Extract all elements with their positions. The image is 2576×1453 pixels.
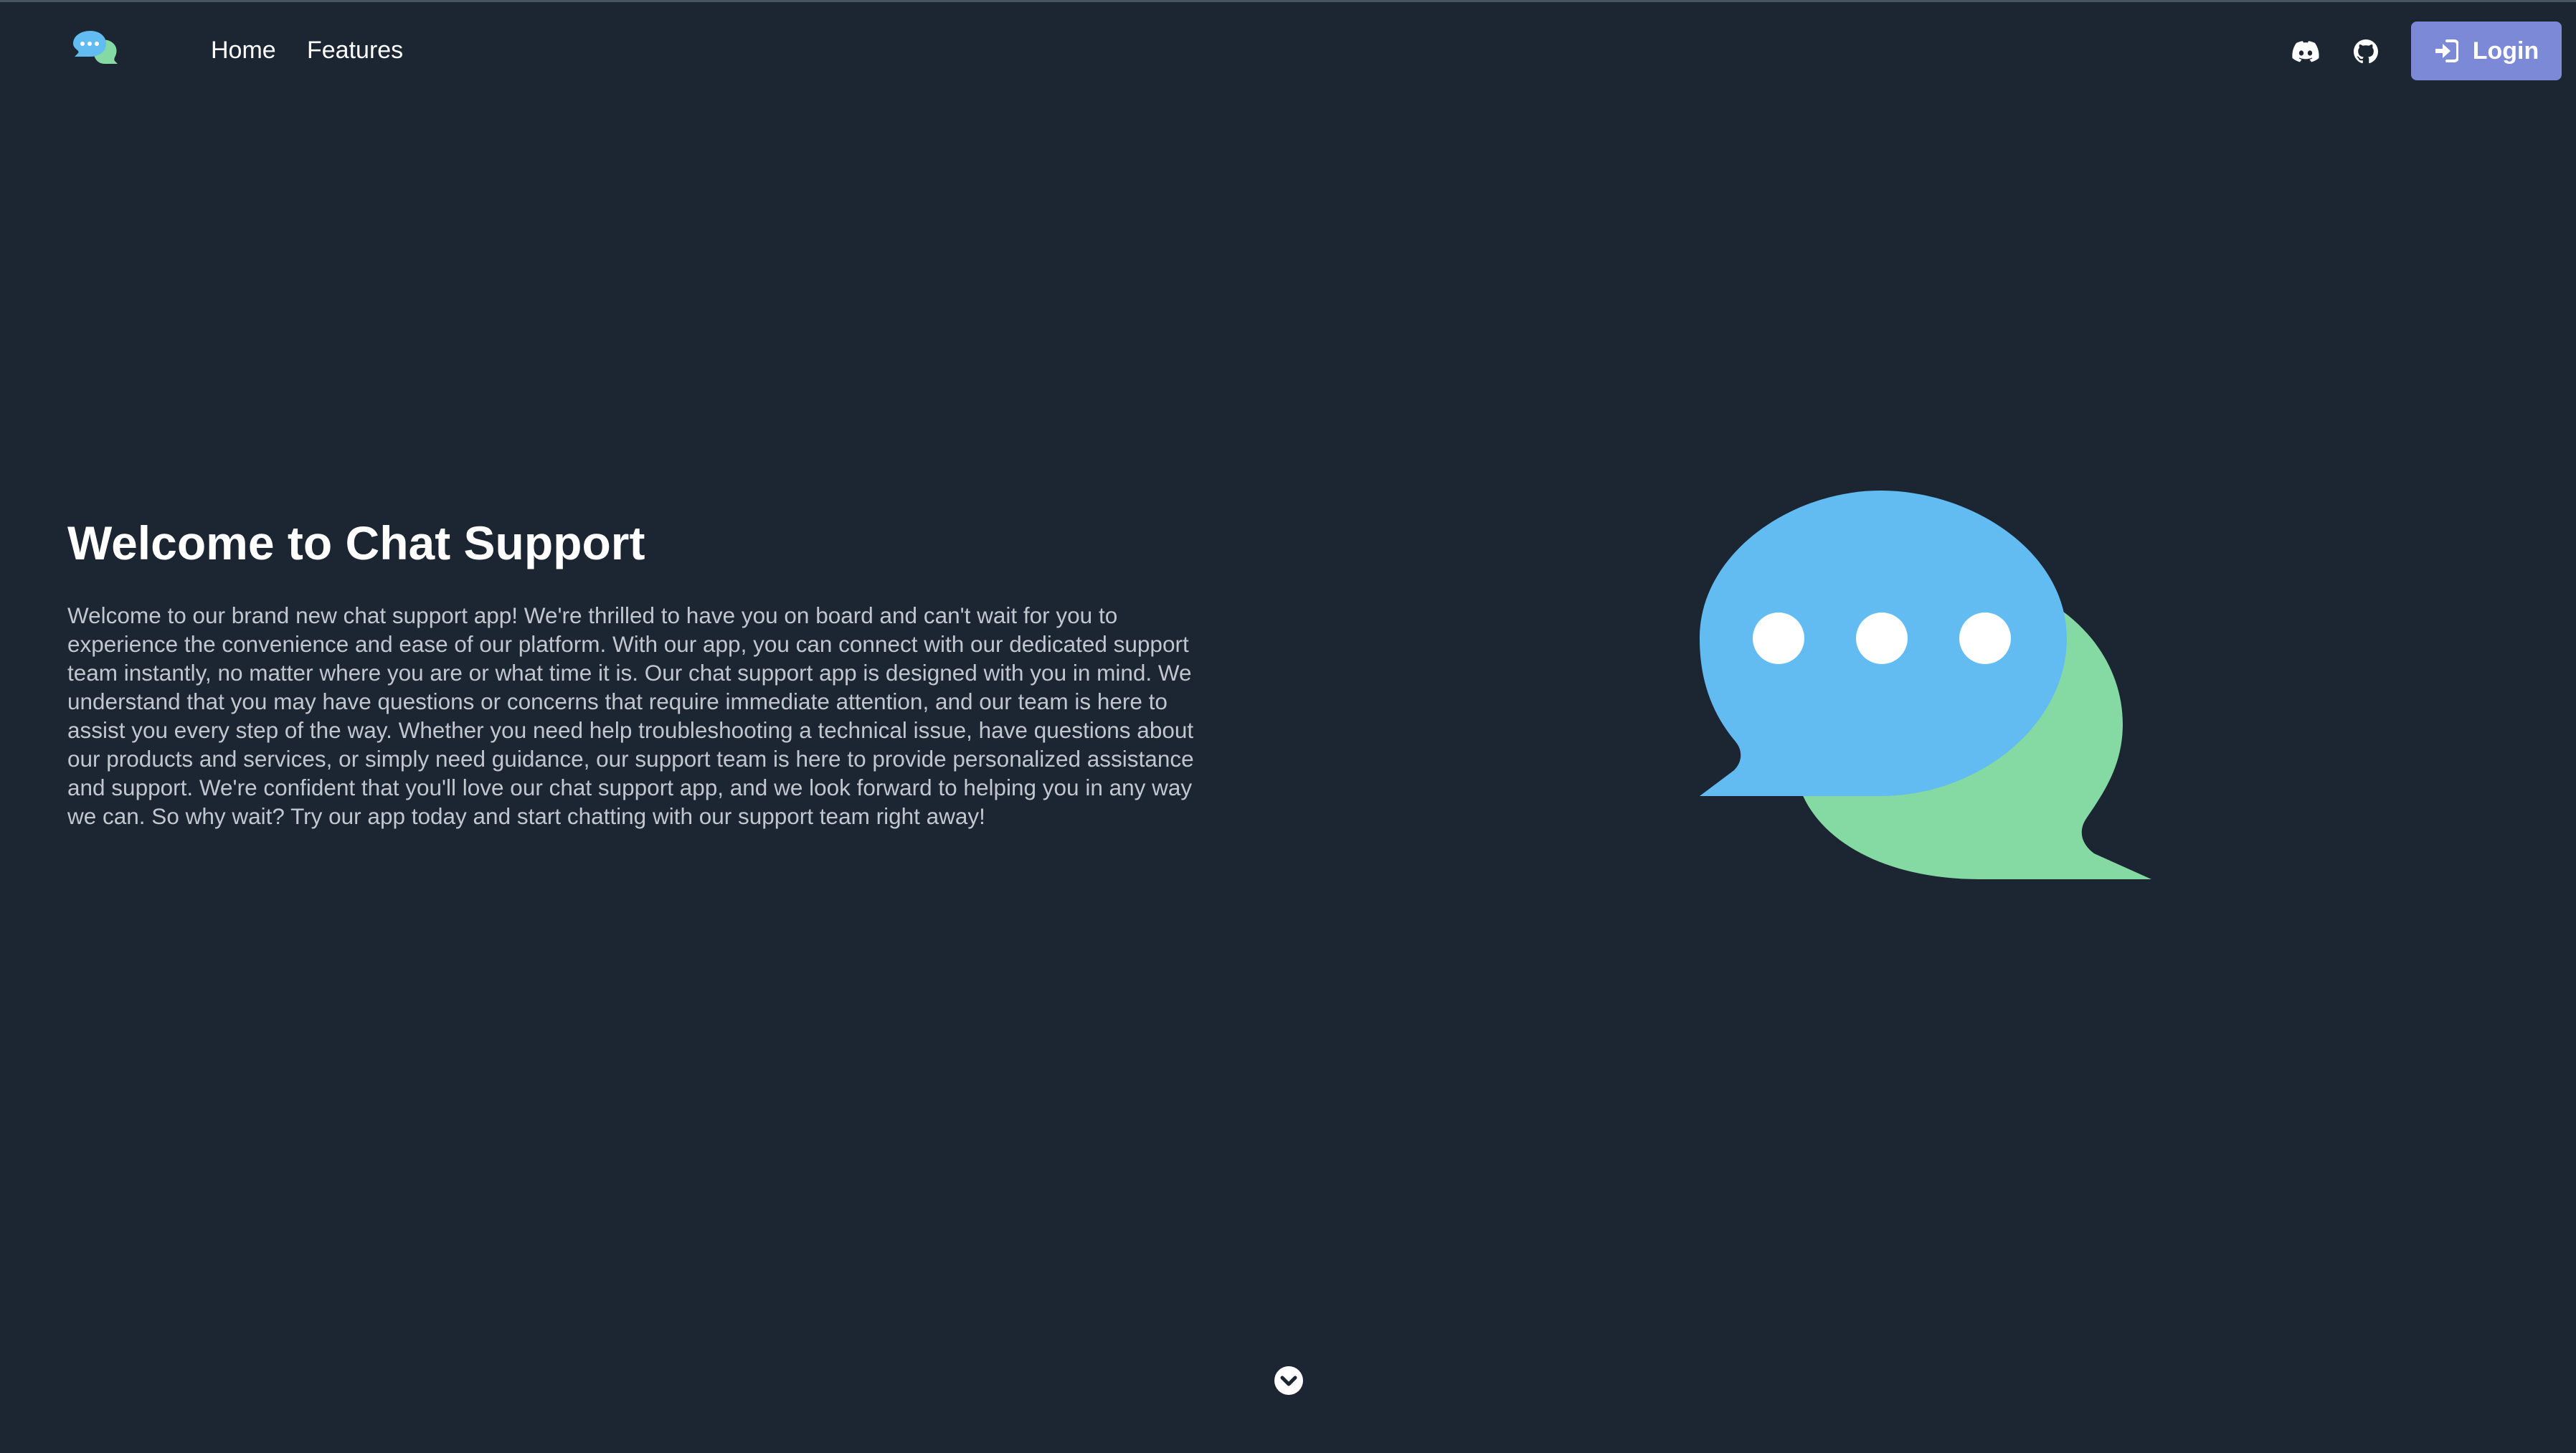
typing-dot — [1959, 612, 2011, 664]
login-arrow-icon — [2435, 39, 2458, 62]
github-link[interactable] — [2351, 37, 2381, 67]
nav-link-home[interactable]: Home — [211, 36, 276, 65]
chat-bubbles-illustration — [1700, 491, 2151, 879]
typing-dot — [1753, 612, 1804, 664]
discord-icon — [2292, 41, 2319, 62]
nav-link-features[interactable]: Features — [307, 36, 403, 65]
discord-link[interactable] — [2291, 37, 2321, 67]
login-button[interactable]: Login — [2411, 22, 2562, 80]
hero-description: Welcome to our brand new chat support ap… — [67, 602, 1194, 829]
chevron-down-circle-icon — [1274, 1366, 1303, 1395]
navbar: Home Features Login — [0, 2, 2576, 98]
login-button-label: Login — [2472, 37, 2539, 65]
scroll-down-button[interactable] — [1274, 1366, 1304, 1396]
page-title: Welcome to Chat Support — [67, 516, 645, 569]
chat-bubbles-logo-icon — [73, 31, 118, 64]
typing-dot — [1856, 612, 1908, 664]
app-logo[interactable] — [72, 28, 119, 72]
github-icon — [2354, 39, 2378, 64]
